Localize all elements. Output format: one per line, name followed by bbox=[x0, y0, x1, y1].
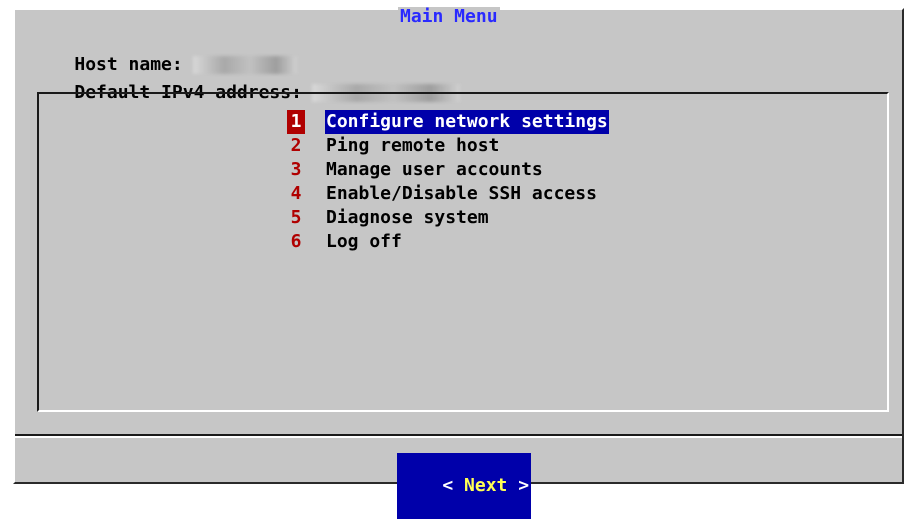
menu-item-ssh-access[interactable]: 4 Enable/Disable SSH access bbox=[287, 182, 609, 206]
main-menu-dialog: Main Menu Host name: Default IPv4 addres… bbox=[13, 6, 904, 519]
menu-item-hotkey: 2 bbox=[290, 135, 302, 156]
menu-item-manage-user-accounts[interactable]: 3 Manage user accounts bbox=[287, 158, 609, 182]
menu-item-label: Diagnose system bbox=[326, 207, 489, 228]
menu-item-label: Configure network settings bbox=[325, 110, 609, 134]
menu-box: 1 Configure network settings 2 Ping remo… bbox=[37, 92, 889, 412]
dialog-title: Main Menu bbox=[398, 6, 500, 27]
menu-item-log-off[interactable]: 6 Log off bbox=[287, 230, 609, 254]
menu-item-diagnose-system[interactable]: 5 Diagnose system bbox=[287, 206, 609, 230]
menu-item-label: Log off bbox=[326, 231, 402, 252]
next-button-left-bracket: < bbox=[442, 475, 454, 496]
menu-item-configure-network[interactable]: 1 Configure network settings bbox=[287, 110, 609, 134]
next-button-label: Next bbox=[464, 475, 508, 496]
menu-item-label: Ping remote host bbox=[326, 135, 500, 156]
menu-item-hotkey: 4 bbox=[290, 183, 302, 204]
next-button[interactable]: < Next > bbox=[397, 453, 532, 519]
menu-item-label: Manage user accounts bbox=[326, 159, 543, 180]
menu-item-hotkey: 5 bbox=[290, 207, 302, 228]
menu-item-ping-remote-host[interactable]: 2 Ping remote host bbox=[287, 134, 609, 158]
next-button-right-bracket: > bbox=[518, 475, 530, 496]
menu-list: 1 Configure network settings 2 Ping remo… bbox=[287, 110, 609, 254]
button-row-separator bbox=[15, 434, 902, 438]
menu-item-hotkey: 3 bbox=[290, 159, 302, 180]
menu-item-label: Enable/Disable SSH access bbox=[326, 183, 597, 204]
menu-item-hotkey: 1 bbox=[287, 110, 305, 134]
menu-item-hotkey: 6 bbox=[290, 231, 302, 252]
